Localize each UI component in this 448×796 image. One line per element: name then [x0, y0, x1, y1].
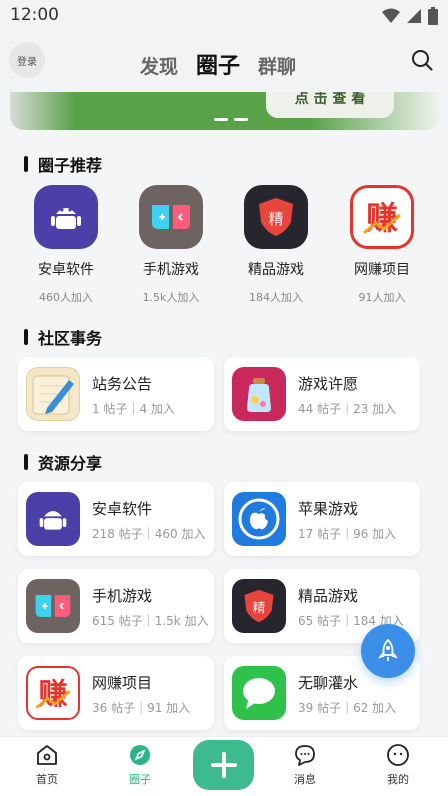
- recommend-item-mobile-games[interactable]: 手机游戏 1.5k人加入: [126, 185, 216, 305]
- card-stats: 44 帖子｜23 加入: [298, 402, 397, 416]
- battery-icon: [428, 7, 438, 25]
- earn-money-icon: 赚: [350, 185, 414, 249]
- nav-messages[interactable]: 消息: [275, 743, 335, 787]
- rocket-fab-button[interactable]: [361, 624, 415, 678]
- card-name: 游戏许愿: [298, 375, 359, 393]
- recommend-item-name: 精品游戏: [248, 262, 304, 278]
- banner[interactable]: 点 击 查 看: [10, 92, 440, 130]
- card-game-wish[interactable]: 游戏许愿 44 帖子｜23 加入: [224, 357, 420, 431]
- status-icons: [382, 7, 438, 25]
- card-name: 苹果游戏: [298, 500, 359, 518]
- card-earn-money[interactable]: 赚 网赚项目 36 帖子｜91 加入: [18, 656, 214, 730]
- status-time: 12:00: [10, 5, 59, 25]
- banner-text: 点 击 查 看: [266, 92, 394, 118]
- card-android-software[interactable]: 安卓软件 218 帖子｜460 加入: [18, 482, 214, 556]
- nav-messages-label: 消息: [294, 773, 316, 786]
- tab-discover[interactable]: 发现: [140, 52, 178, 79]
- publish-button[interactable]: [193, 740, 254, 790]
- rocket-icon: [378, 639, 398, 661]
- nav-circle[interactable]: 圈子: [110, 743, 170, 787]
- card-stats: 615 帖子｜1.5k 加入: [92, 614, 209, 628]
- section-title-recommend: 圈子推荐: [24, 152, 102, 176]
- svg-text:精: 精: [268, 210, 283, 228]
- profile-face-icon: [387, 744, 409, 766]
- wish-bottle-icon: [232, 367, 286, 421]
- recommend-item-earn-money[interactable]: 赚 网赚项目 91人加入: [337, 185, 427, 305]
- card-name: 精品游戏: [298, 587, 359, 605]
- card-stats: 39 帖子｜62 加入: [298, 701, 397, 715]
- nav-home-label: 首页: [36, 773, 58, 786]
- recommend-item-count: 184人加入: [249, 291, 303, 304]
- banner-indicator: [214, 118, 248, 121]
- nav-profile-label: 我的: [387, 773, 409, 786]
- status-bar: 12:00: [0, 0, 448, 30]
- card-stats: 218 帖子｜460 加入: [92, 527, 206, 541]
- recommend-item-android[interactable]: 安卓软件 460人加入: [21, 185, 111, 305]
- card-name: 安卓软件: [92, 500, 153, 518]
- wifi-icon: [382, 8, 400, 23]
- card-stats: 36 帖子｜91 加入: [92, 701, 191, 715]
- section-title-community: 社区事务: [24, 325, 102, 349]
- top-tabs: 发现 圈子 群聊: [140, 48, 296, 80]
- tab-circle[interactable]: 圈子: [196, 48, 240, 80]
- bottom-nav: 首页 圈子 消息 我的: [0, 736, 448, 796]
- gamepad-icon: [26, 579, 80, 633]
- card-name: 站务公告: [92, 375, 153, 393]
- login-button[interactable]: 登录: [9, 42, 45, 78]
- recommend-item-count: 460人加入: [39, 291, 93, 304]
- recommend-item-name: 安卓软件: [38, 262, 94, 278]
- recommend-item-count: 1.5k人加入: [142, 291, 200, 304]
- card-name: 无聊灌水: [298, 674, 359, 692]
- earn-money-icon: 赚: [26, 666, 80, 720]
- svg-text:赚: 赚: [38, 677, 67, 711]
- card-stats: 1 帖子｜4 加入: [92, 402, 175, 416]
- svg-text:赚: 赚: [366, 199, 398, 237]
- plus-icon: [210, 752, 237, 778]
- recommend-item-count: 91人加入: [358, 291, 406, 304]
- card-name: 网赚项目: [92, 674, 153, 692]
- gamepad-icon: [139, 185, 203, 249]
- compass-icon: [130, 745, 150, 765]
- top-header: 登录 发现 圈子 群聊: [0, 30, 448, 92]
- tab-group-chat[interactable]: 群聊: [258, 52, 296, 79]
- android-icon: [34, 185, 98, 249]
- search-icon[interactable]: [410, 48, 434, 72]
- home-icon: [37, 745, 57, 765]
- section-title-resources: 资源分享: [24, 450, 102, 474]
- signal-icon: [407, 9, 421, 23]
- notepad-icon: [26, 367, 80, 421]
- card-name: 手机游戏: [92, 587, 153, 605]
- card-stats: 17 帖子｜96 加入: [298, 527, 397, 541]
- svg-text:精: 精: [253, 601, 266, 616]
- nav-circle-label: 圈子: [129, 773, 151, 786]
- card-apple-games[interactable]: 苹果游戏 17 帖子｜96 加入: [224, 482, 420, 556]
- nav-home[interactable]: 首页: [17, 743, 77, 787]
- nav-profile[interactable]: 我的: [368, 743, 428, 787]
- recommend-item-premium-games[interactable]: 精 精品游戏 184人加入: [231, 185, 321, 305]
- apple-icon: [232, 492, 286, 546]
- message-icon: [295, 745, 315, 766]
- premium-shield-icon: 精: [232, 579, 286, 633]
- premium-shield-icon: 精: [244, 185, 308, 249]
- android-icon: [26, 492, 80, 546]
- card-mobile-games[interactable]: 手机游戏 615 帖子｜1.5k 加入: [18, 569, 214, 643]
- recommend-item-name: 网赚项目: [354, 262, 410, 278]
- chat-bubble-icon: [232, 666, 286, 720]
- card-site-notice[interactable]: 站务公告 1 帖子｜4 加入: [18, 357, 214, 431]
- recommend-item-name: 手机游戏: [143, 262, 199, 278]
